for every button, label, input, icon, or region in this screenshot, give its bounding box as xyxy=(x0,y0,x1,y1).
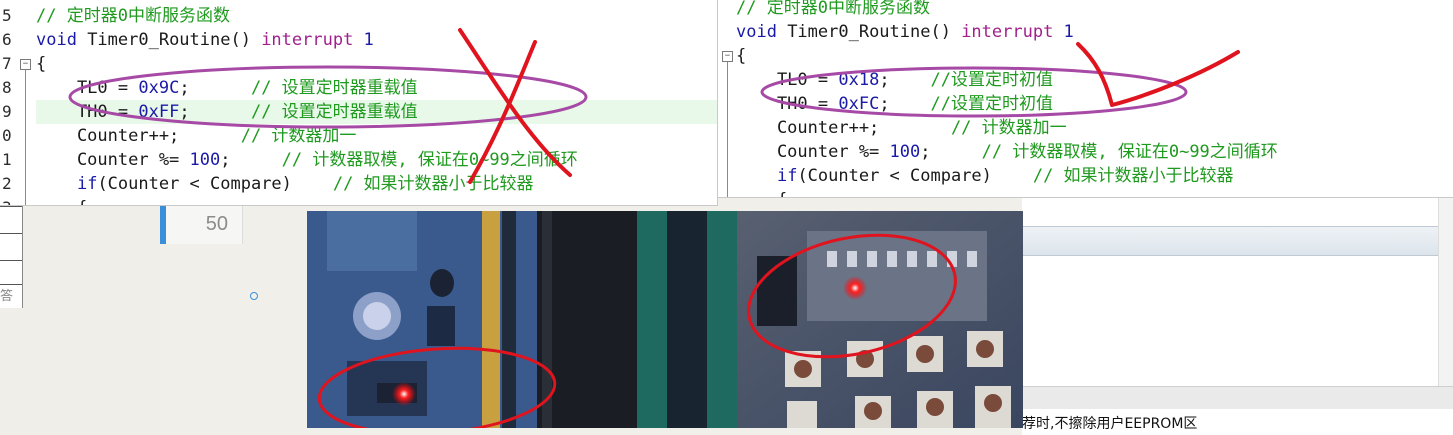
red-check-annotation xyxy=(1076,42,1240,107)
red-cross-annotation xyxy=(458,28,572,177)
purple-circle-annotation xyxy=(68,65,588,129)
purple-circle-annotation xyxy=(760,66,1188,118)
annotation-overlay xyxy=(68,28,1240,184)
